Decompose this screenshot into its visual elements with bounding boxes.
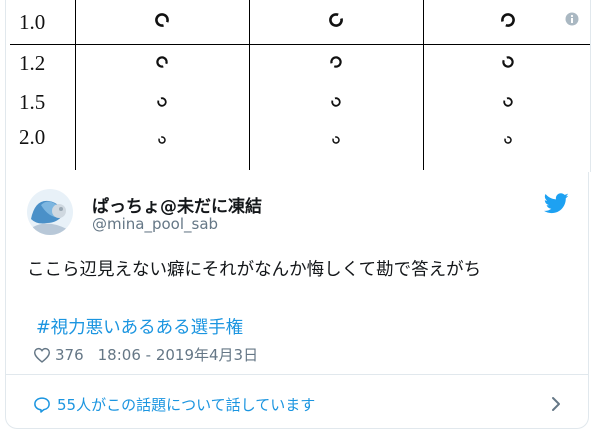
conversation-link[interactable]: 55人がこの話題について話しています: [33, 394, 315, 415]
landolt-ring: [249, 82, 424, 122]
acuity-label: 1.0: [10, 0, 76, 46]
landolt-ring: [423, 121, 590, 170]
landolt-ring: [423, 83, 590, 121]
heart-icon[interactable]: [33, 347, 51, 363]
info-icon[interactable]: [565, 12, 579, 26]
chart-row: 2.0: [10, 121, 590, 170]
landolt-ring: [249, 44, 424, 83]
avatar[interactable]: [27, 189, 73, 235]
acuity-label: 2.0: [10, 121, 76, 170]
landolt-ring: [249, 0, 424, 46]
vision-chart-table: 1.0 1.2 1.5 2.0: [10, 0, 590, 170]
comment-bubble-icon: [34, 397, 50, 413]
user-handle[interactable]: @mina_pool_sab: [92, 215, 218, 233]
like-count[interactable]: 376: [55, 346, 84, 364]
embedded-tweet-card: ぱっちょ@未だに凍結 @mina_pool_sab ここら辺見えない癖にそれがな…: [5, 172, 589, 429]
chart-row: 1.2: [10, 44, 590, 83]
tweet-timestamp[interactable]: 18:06 - 2019年4月3日: [98, 344, 258, 365]
acuity-label: 1.2: [10, 44, 76, 83]
chevron-right-icon[interactable]: [551, 396, 561, 412]
tweet-meta: 376 18:06 - 2019年4月3日: [33, 344, 258, 365]
tweet-text: ここら辺見えない癖にそれがなんか悔しくて勘で答えがち: [27, 260, 482, 280]
landolt-ring: [249, 121, 424, 170]
landolt-ring: [75, 0, 250, 46]
conversation-label: 55人がこの話題について話しています: [57, 396, 316, 414]
chart-row: 1.5: [10, 82, 590, 122]
landolt-ring: [75, 44, 250, 83]
chart-row: 1.0: [10, 0, 590, 46]
acuity-label: 1.5: [10, 82, 76, 122]
twitter-bird-icon[interactable]: [544, 193, 569, 214]
landolt-ring: [75, 121, 250, 170]
hashtag-link[interactable]: #視力悪いあるある選手権: [36, 314, 243, 339]
vision-chart-image: 1.0 1.2 1.5 2.0: [5, 0, 591, 172]
landolt-ring: [75, 82, 250, 122]
display-name[interactable]: ぱっちょ@未だに凍結: [92, 192, 262, 217]
landolt-ring: [423, 45, 590, 83]
divider: [6, 374, 588, 375]
